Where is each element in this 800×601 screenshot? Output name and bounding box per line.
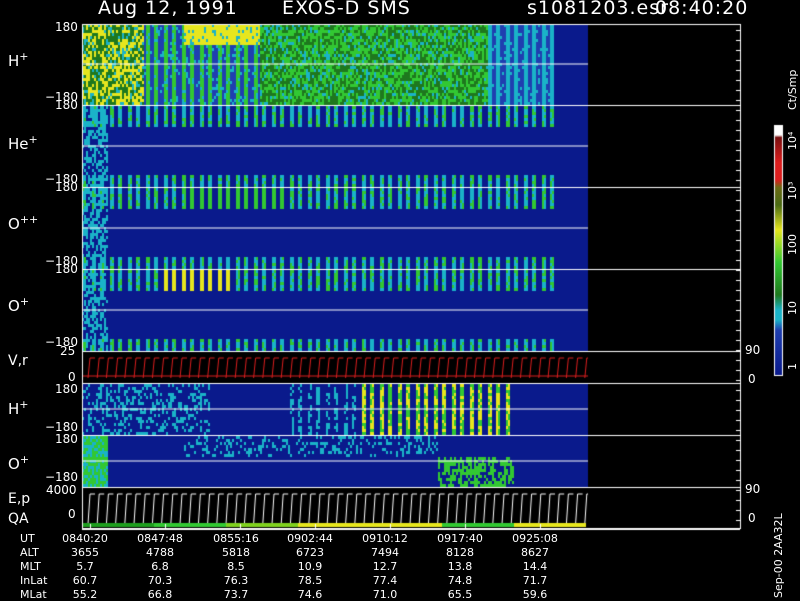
orbit-label-ut: UT: [20, 532, 35, 545]
orbit-alt-2: 5818: [222, 546, 250, 559]
orbit-mlat-5: 65.5: [447, 588, 473, 601]
plot-file-name: s1081203.esr: [527, 0, 669, 19]
tick-he-top: 180: [55, 98, 78, 112]
orbit-mlt-1: 6.8: [151, 560, 169, 573]
orbit-inlat-4: 77.4: [372, 574, 398, 587]
panel-label-h-plus: H+: [8, 50, 29, 70]
plot-title-date: Aug 12, 1991: [98, 0, 238, 19]
orbit-row-mlt: MLT 5.7 6.8 8.5 10.9 12.7 13.8 14.4: [0, 560, 640, 573]
tick-v-right-top: 90: [745, 343, 761, 357]
tick-o2-top: 180: [55, 432, 78, 446]
orbit-label-mlat: MLat: [20, 588, 47, 601]
orbit-label-mlt: MLT: [20, 560, 41, 573]
tick-e-bottom: 0: [68, 507, 76, 521]
spectrogram-canvas: [0, 0, 800, 600]
orbit-inlat-0: 60.7: [72, 574, 98, 587]
orbit-mlt-2: 8.5: [227, 560, 245, 573]
orbit-label-alt: ALT: [20, 546, 39, 559]
colorbar-tick-100: 100: [786, 234, 799, 255]
colorbar-tick-1e4: 10⁴: [786, 131, 799, 150]
colorbar-tick-1: 1: [786, 363, 799, 370]
panel-label-qa: QA: [8, 511, 29, 527]
orbit-table: UT 0840:20 0847:48 0855:16 0902:44 0910:…: [0, 530, 800, 601]
panel-label-h-plus-2: H+: [8, 398, 29, 418]
orbit-inlat-5: 74.8: [447, 574, 473, 587]
orbit-ut-0: 0840:20: [62, 532, 108, 545]
tick-opp-top: 180: [55, 180, 78, 194]
tick-h-top: 180: [55, 20, 78, 34]
plot-time: 08:40:20: [655, 0, 749, 19]
orbit-ut-6: 0925:08: [512, 532, 558, 545]
orbit-mlt-5: 13.8: [447, 560, 473, 573]
orbit-alt-3: 6723: [296, 546, 324, 559]
orbit-alt-0: 3655: [71, 546, 99, 559]
panel-label-o-plus: O+: [8, 295, 30, 315]
orbit-row-inlat: InLat 60.7 70.3 76.3 78.5 77.4 74.8 71.7: [0, 574, 640, 587]
orbit-inlat-1: 70.3: [147, 574, 173, 587]
panel-label-velocity: V,r: [8, 353, 28, 369]
tick-op-top: 180: [55, 262, 78, 276]
tick-e-right-top: 90: [745, 482, 761, 496]
orbit-alt-1: 4788: [146, 546, 174, 559]
orbit-mlat-3: 74.6: [297, 588, 323, 601]
orbit-inlat-3: 78.5: [297, 574, 323, 587]
orbit-mlat-1: 66.8: [147, 588, 173, 601]
tick-h2-top: 180: [55, 382, 78, 396]
orbit-ut-3: 0902:44: [287, 532, 333, 545]
orbit-row-ut: UT 0840:20 0847:48 0855:16 0902:44 0910:…: [0, 532, 640, 545]
orbit-row-alt: ALT 3655 4788 5818 6723 7494 8128 8627: [0, 546, 640, 559]
colorbar-tick-1e3: 10³: [786, 181, 799, 200]
orbit-alt-5: 8128: [446, 546, 474, 559]
orbit-mlat-0: 55.2: [72, 588, 98, 601]
orbit-mlt-3: 10.9: [297, 560, 323, 573]
orbit-alt-4: 7494: [371, 546, 399, 559]
tick-e-top: 4000: [46, 483, 77, 497]
orbit-ut-4: 0910:12: [362, 532, 408, 545]
orbit-ut-5: 0917:40: [437, 532, 483, 545]
orbit-mlat-6: 59.6: [522, 588, 548, 601]
orbit-mlt-4: 12.7: [372, 560, 398, 573]
orbit-mlat-4: 71.0: [372, 588, 398, 601]
orbit-ut-1: 0847:48: [137, 532, 183, 545]
tick-v-right-bottom: 0: [748, 372, 756, 386]
colorbar-unit: Ct/Smp: [786, 69, 799, 110]
orbit-ut-2: 0855:16: [213, 532, 259, 545]
panel-label-o-plus-2: O+: [8, 453, 30, 473]
orbit-row-mlat: MLat 55.2 66.8 73.7 74.6 71.0 65.5 59.6: [0, 588, 640, 601]
tick-v-top: 25: [60, 344, 76, 358]
panel-label-energy: E,p: [8, 491, 31, 507]
orbit-mlt-6: 14.4: [522, 560, 548, 573]
tick-o2-bottom: −180: [45, 470, 78, 484]
plot-title-instrument: EXOS-D SMS: [282, 0, 411, 19]
colorbar-tick-10: 10: [786, 301, 799, 315]
panel-label-o-plus-plus: O++: [8, 213, 39, 233]
orbit-label-inlat: InLat: [20, 574, 48, 587]
orbit-mlt-0: 5.7: [76, 560, 94, 573]
panel-label-he-plus: He+: [8, 133, 38, 153]
orbit-inlat-6: 71.7: [522, 574, 548, 587]
orbit-inlat-2: 76.3: [223, 574, 249, 587]
tick-e-right-bottom: 0: [748, 511, 756, 525]
orbit-alt-6: 8627: [521, 546, 549, 559]
orbit-mlat-2: 73.7: [223, 588, 249, 601]
